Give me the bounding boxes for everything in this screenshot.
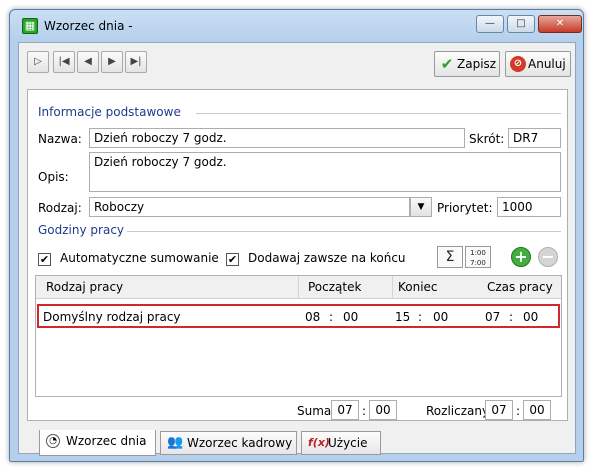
description-label: Opis: — [38, 170, 69, 184]
section-divider — [196, 113, 561, 114]
column-header[interactable]: Początek — [308, 280, 361, 294]
type-dropdown-button[interactable]: ▼ — [410, 197, 432, 217]
cancel-button[interactable]: ⊘ Anuluj — [505, 51, 571, 77]
cell-end-hour[interactable]: 15 — [395, 310, 410, 324]
remove-row-button[interactable]: − — [538, 247, 558, 267]
maximize-button[interactable]: □ — [507, 15, 535, 33]
first-record-icon: |◀ — [58, 56, 70, 67]
cell-duration-minute[interactable]: 00 — [523, 310, 538, 324]
settled-colon: : — [516, 404, 521, 418]
first-record-button[interactable]: |◀ — [53, 51, 75, 73]
previous-record-icon: ◀ — [84, 56, 92, 67]
cancel-icon: ⊘ — [510, 56, 526, 72]
add-row-button[interactable]: + — [511, 247, 531, 267]
next-record-icon: ▶ — [108, 56, 116, 67]
cancel-label: Anuluj — [528, 57, 566, 71]
cell-duration-hour[interactable]: 07 — [485, 310, 500, 324]
previous-record-button[interactable]: ◀ — [77, 51, 99, 73]
auto-sum-label: Automatyczne sumowanie — [60, 251, 219, 265]
time-format-icon: 1:00 7:00 — [470, 249, 486, 267]
column-header[interactable]: Rodzaj pracy — [46, 280, 123, 294]
cell-colon: : — [418, 310, 423, 324]
append-end-checkbox[interactable]: ✔ — [226, 253, 239, 266]
window-title: Wzorzec dnia - — [44, 19, 133, 33]
minus-icon: − — [541, 247, 555, 266]
function-icon: f(x) — [308, 436, 330, 449]
chevron-down-icon: ▼ — [417, 202, 425, 212]
save-label: Zapisz — [457, 57, 497, 71]
cell-colon: : — [329, 310, 334, 324]
tab-staff-pattern[interactable]: 👥 Wzorzec kadrowy — [160, 431, 297, 455]
name-label: Nazwa: — [38, 132, 82, 146]
column-header[interactable]: Koniec — [398, 280, 438, 294]
client-area: ▷ |◀ ◀ ▶ ▶| ✔ Zapisz ⊘ Anuluj Informacje… — [18, 42, 576, 456]
abbr-field[interactable]: DR7 — [508, 128, 561, 148]
minimize-button[interactable]: — — [476, 15, 504, 33]
save-button[interactable]: ✔ Zapisz — [434, 51, 500, 77]
column-separator — [298, 276, 299, 298]
settled-label: Rozliczany — [426, 404, 490, 418]
last-record-icon: ▶| — [130, 56, 142, 67]
auto-sum-checkbox[interactable]: ✔ — [38, 253, 51, 266]
settled-minutes-field[interactable]: 00 — [523, 400, 551, 420]
new-record-icon: ▷ — [34, 56, 42, 67]
type-select[interactable]: Roboczy — [89, 197, 410, 217]
sum-colon: : — [362, 404, 367, 418]
close-button[interactable]: ✕ — [538, 15, 582, 33]
column-separator — [392, 276, 393, 298]
description-field[interactable]: Dzień roboczy 7 godz. — [89, 152, 561, 192]
sum-tool-button[interactable]: Σ — [437, 246, 463, 268]
cell-start-minute[interactable]: 00 — [343, 310, 358, 324]
column-header[interactable]: Czas pracy — [487, 280, 553, 294]
sigma-icon: Σ — [445, 249, 455, 265]
cell-colon: : — [509, 310, 514, 324]
tab-label: Użycie — [328, 436, 368, 450]
tab-usage[interactable]: f(x) Użycie — [301, 431, 381, 455]
sum-minutes-field[interactable]: 00 — [369, 400, 397, 420]
priority-label: Priorytet: — [437, 201, 493, 215]
title-bar[interactable]: ▦ Wzorzec dnia - — □ ✕ — [10, 10, 583, 42]
cell-start-hour[interactable]: 08 — [305, 310, 320, 324]
section-work-hours: Godziny pracy — [38, 223, 125, 237]
type-label: Rodzaj: — [38, 201, 82, 215]
abbr-label: Skrót: — [469, 132, 505, 146]
settled-hours-field[interactable]: 07 — [485, 400, 513, 420]
sum-hours-field[interactable]: 07 — [331, 400, 359, 420]
sum-label: Suma — [297, 404, 332, 418]
tab-label: Wzorzec kadrowy — [187, 436, 293, 450]
tab-label: Wzorzec dnia — [66, 434, 147, 448]
cell-end-minute[interactable]: 00 — [433, 310, 448, 324]
name-field[interactable]: Dzień roboczy 7 godz. — [89, 128, 465, 148]
people-icon: 👥 — [167, 435, 184, 450]
last-record-button[interactable]: ▶| — [125, 51, 147, 73]
append-end-label: Dodawaj zawsze na końcu — [248, 251, 406, 265]
plus-icon: + — [514, 247, 528, 266]
table-row[interactable]: Domyślny rodzaj pracy 08 : 00 15 : 00 07… — [37, 304, 560, 328]
calendar-green-icon: ▦ — [22, 18, 38, 34]
next-record-button[interactable]: ▶ — [101, 51, 123, 73]
priority-field[interactable]: 1000 — [497, 197, 561, 217]
cell-work-type: Domyślny rodzaj pracy — [43, 310, 181, 324]
table-header: Rodzaj pracy Początek Koniec Czas pracy — [36, 276, 561, 299]
checkmark-icon: ✔ — [440, 55, 454, 73]
tab-day-pattern[interactable]: ◔ Wzorzec dnia — [39, 430, 156, 456]
time-tool-button[interactable]: 1:00 7:00 — [465, 246, 491, 268]
section-basic-info: Informacje podstawowe — [38, 105, 181, 119]
section-divider — [127, 231, 561, 232]
work-hours-table: Rodzaj pracy Początek Koniec Czas pracy … — [35, 275, 562, 397]
clock-icon: ◔ — [46, 434, 60, 448]
window: ▦ Wzorzec dnia - — □ ✕ ▷ |◀ ◀ ▶ ▶| ✔ Zap… — [9, 9, 584, 462]
new-record-button[interactable]: ▷ — [27, 51, 49, 73]
